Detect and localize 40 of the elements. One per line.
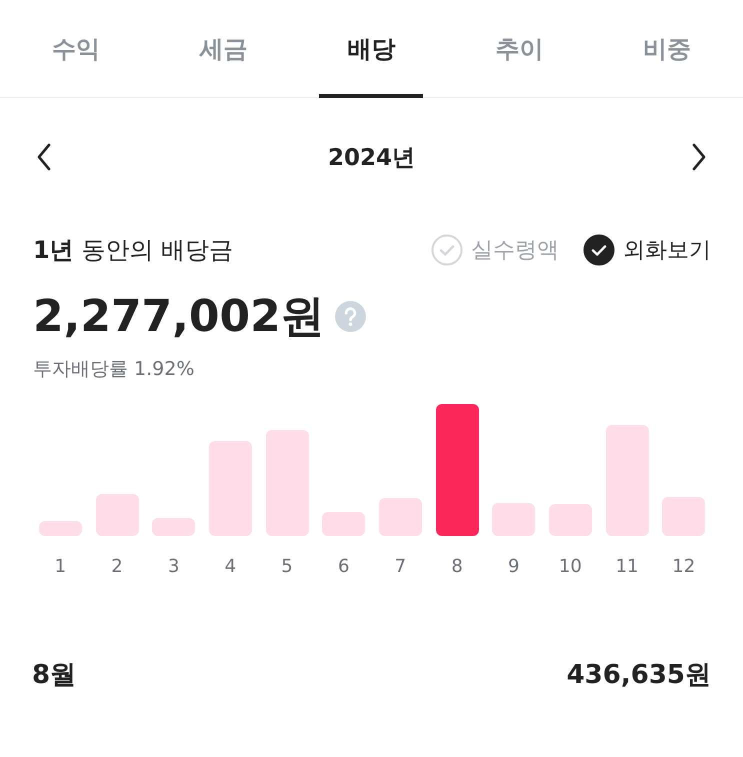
month-bar[interactable] <box>378 498 422 536</box>
month-bar[interactable] <box>322 512 366 536</box>
month-bar[interactable] <box>436 404 479 536</box>
month-bar[interactable] <box>662 497 706 536</box>
tab[interactable]: 추이 <box>467 0 572 98</box>
month-label: 5 <box>281 556 293 577</box>
month-label: 4 <box>224 556 236 577</box>
help-icon[interactable] <box>334 300 366 332</box>
month-label: 6 <box>338 556 350 577</box>
month-bar[interactable] <box>548 504 592 536</box>
tab[interactable]: 비중 <box>615 0 720 98</box>
tab[interactable]: 배당 <box>319 0 424 98</box>
month-label: 11 <box>616 556 638 577</box>
checkbox-option[interactable]: 외화보기 <box>583 234 711 266</box>
month-amount: 436,635원 <box>566 659 711 692</box>
month-title: 8월 <box>32 659 76 692</box>
month-label: 10 <box>558 556 582 577</box>
month-bar[interactable] <box>606 425 649 536</box>
tab[interactable]: 세금 <box>172 0 276 98</box>
chevron-right-icon[interactable] <box>690 143 707 171</box>
month-bar[interactable] <box>208 441 252 536</box>
month-label: 1 <box>54 556 66 577</box>
month-label: 2 <box>111 556 123 577</box>
month-bar[interactable] <box>96 494 138 536</box>
month-label: 12 <box>672 556 696 577</box>
total-amount: 2,277,002원 <box>33 290 325 344</box>
section-title: 1년 동안의 배당금 <box>33 235 233 266</box>
month-bar[interactable] <box>266 430 309 536</box>
month-bar[interactable] <box>38 521 82 536</box>
month-bar[interactable] <box>152 518 196 536</box>
checkbox-option[interactable]: 실수령액 <box>431 234 559 266</box>
dividend-yield: 투자배당률 1.92% <box>32 357 196 382</box>
month-label: 8 <box>451 556 463 577</box>
month-label: 7 <box>394 556 406 577</box>
month-bar[interactable] <box>492 503 536 536</box>
tab[interactable]: 수익 <box>24 0 128 98</box>
month-label: 9 <box>508 556 520 577</box>
month-label: 3 <box>168 556 180 577</box>
chevron-left-icon[interactable] <box>36 143 52 171</box>
year-label: 2024년 <box>328 144 415 172</box>
